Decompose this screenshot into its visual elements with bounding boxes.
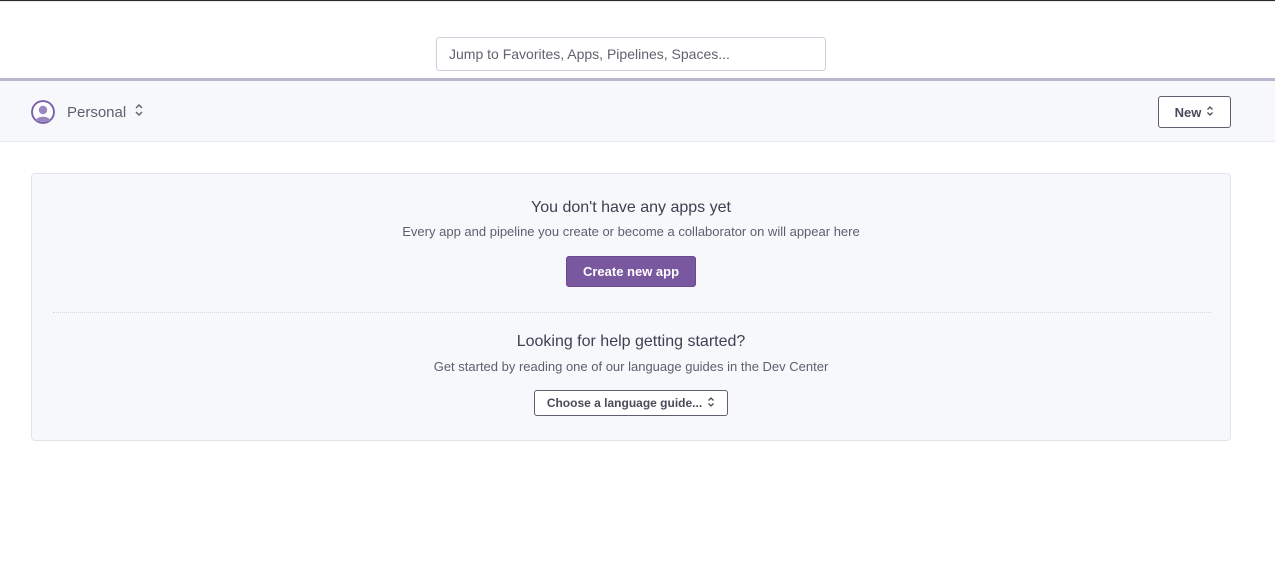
create-new-app-button[interactable]: Create new app [566,256,696,287]
chevron-up-down-icon [702,396,715,411]
language-guide-select-label: Choose a language guide... [546,396,703,410]
search-bar [0,1,1275,78]
help-subtitle: Get started by reading one of our langua… [433,359,829,374]
empty-state-title: You don't have any apps yet [531,199,731,216]
team-switcher-label: Personal [67,103,127,121]
chevron-up-down-icon [126,103,144,122]
empty-state-panel: You don't have any apps yet Every app an… [31,173,1231,441]
search-input[interactable] [436,37,826,71]
panel-divider [53,312,1211,313]
help-title: Looking for help getting started? [516,333,746,350]
empty-state-subtitle: Every app and pipeline you create or bec… [402,224,860,239]
new-button-label: New [1174,104,1202,120]
new-button[interactable]: New [1158,96,1231,128]
language-guide-select[interactable]: Choose a language guide... [534,390,728,416]
account-header: Personal New [0,81,1275,142]
user-avatar-icon [31,100,55,124]
chevron-up-down-icon [1201,105,1214,120]
team-switcher[interactable]: Personal [31,100,144,124]
